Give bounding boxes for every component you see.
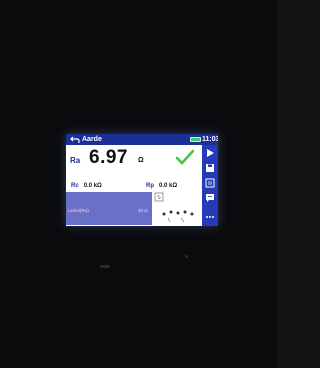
dust-mark (100, 265, 110, 268)
rp-unit: kΩ (169, 183, 178, 189)
connection-diagram (152, 192, 202, 225)
back-icon[interactable] (70, 134, 80, 145)
connection-diagram-icon (154, 192, 194, 223)
rc-value: 0.0 (83, 183, 93, 189)
clock: 11:03 (202, 136, 218, 143)
comment-icon[interactable] (205, 193, 215, 203)
ra-value: 6.97 (89, 147, 128, 168)
rp-value: 0.0 (159, 183, 168, 189)
rp-result: Rp 0.0 kΩ (146, 182, 177, 190)
save-icon[interactable] (205, 163, 215, 173)
rc-label: Rc (71, 183, 79, 189)
check-icon (176, 149, 194, 165)
limit-panel[interactable]: Limiet(Ra) 20 Ω (66, 192, 152, 225)
list-icon[interactable] (205, 178, 215, 188)
more-icon[interactable] (205, 215, 215, 219)
play-icon[interactable] (205, 148, 215, 158)
battery-icon (190, 137, 201, 142)
rp-label: Rp (146, 183, 154, 189)
measurement-panel: Ra 6.97 Ω Rc 0.0 kΩ Rp 0.0 kΩ Limiet(Ra)… (66, 145, 202, 226)
title-bar: Aarde 11:03 (66, 134, 218, 145)
action-sidebar (202, 145, 218, 226)
rc-result: Rc 0.0 kΩ (71, 182, 102, 190)
ra-label: Ra (70, 156, 81, 165)
dust-mark (185, 255, 188, 258)
limit-value: 20 Ω (138, 208, 148, 213)
screen-title: Aarde (82, 136, 102, 143)
device-screen: Aarde 11:03 Ra 6.97 Ω Rc 0.0 kΩ Rp 0.0 k… (66, 134, 218, 226)
limit-label: Limiet(Ra) (68, 208, 89, 213)
ra-unit: Ω (138, 157, 144, 164)
rc-unit: kΩ (93, 183, 102, 189)
